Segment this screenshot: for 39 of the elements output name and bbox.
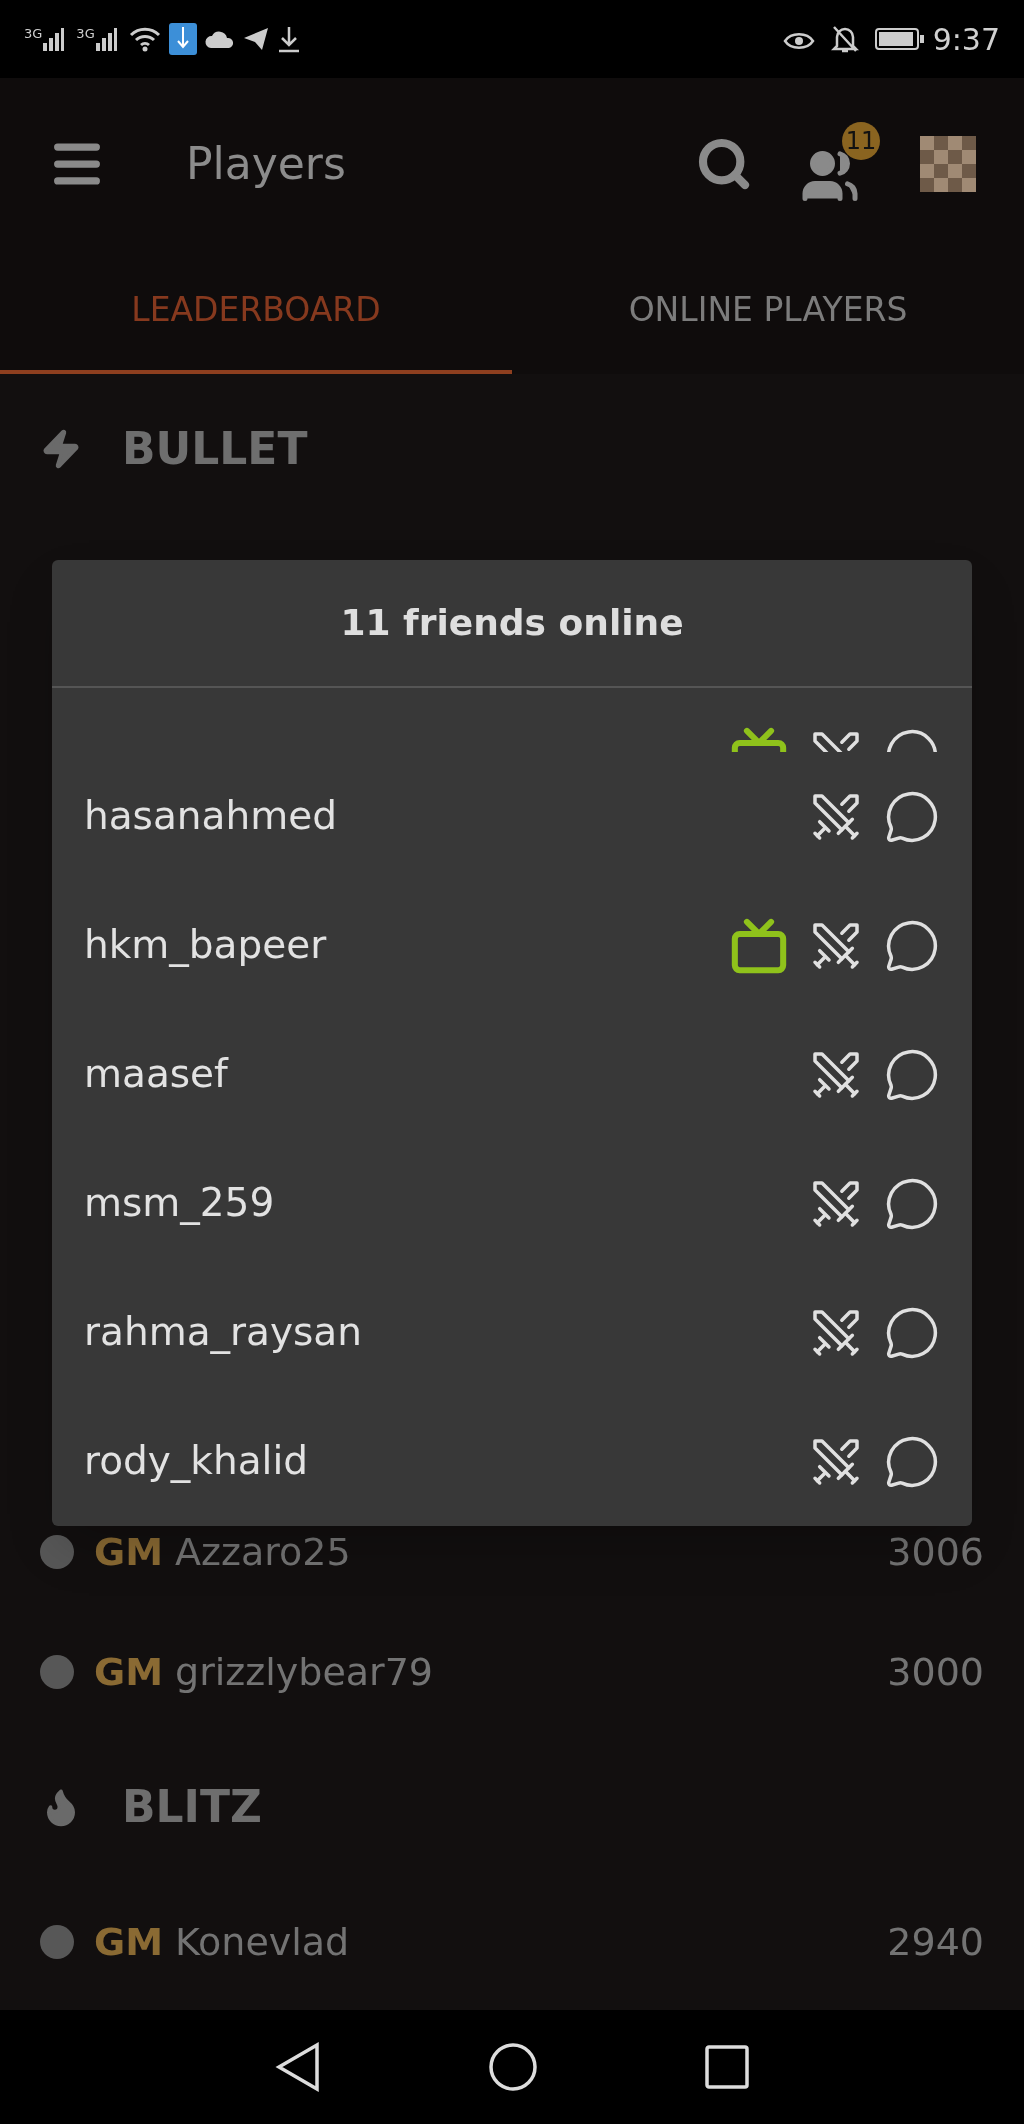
screen-title: Players bbox=[186, 137, 346, 191]
home-icon[interactable] bbox=[488, 2042, 538, 2092]
cloud-icon bbox=[204, 30, 235, 48]
clock: 9:37 bbox=[932, 20, 1000, 59]
search-icon[interactable] bbox=[696, 136, 752, 192]
friend-name[interactable]: hasanahmed bbox=[84, 787, 808, 846]
friends-count-badge: 11 bbox=[842, 122, 880, 160]
player-name[interactable]: Azzaro25 bbox=[175, 1523, 888, 1581]
app-icon bbox=[168, 23, 197, 55]
signal-icon bbox=[94, 27, 117, 51]
player-name[interactable]: Konevlad bbox=[175, 1913, 888, 1971]
download-icon bbox=[276, 25, 301, 53]
player-title: GM bbox=[94, 1918, 163, 1966]
send-icon bbox=[242, 27, 269, 51]
signal-icon bbox=[42, 27, 65, 51]
back-icon[interactable] bbox=[275, 2042, 322, 2092]
tv-icon[interactable] bbox=[730, 916, 788, 975]
friends-button[interactable]: 11 bbox=[800, 122, 880, 206]
friend-name[interactable]: msm_259 bbox=[84, 1174, 808, 1233]
friend-name[interactable]: hkm_bapeer bbox=[84, 916, 730, 975]
player-title: GM bbox=[94, 1648, 163, 1696]
network-label: 3G bbox=[24, 27, 43, 40]
player-rating: 3006 bbox=[887, 1528, 984, 1576]
network-label: 3G bbox=[76, 27, 95, 40]
player-name[interactable]: grizzlybear79 bbox=[175, 1643, 888, 1701]
section-title: BLITZ bbox=[122, 1780, 262, 1834]
player-rating: 2940 bbox=[887, 1918, 984, 1966]
battery-icon bbox=[874, 27, 925, 51]
recents-icon[interactable] bbox=[704, 2045, 749, 2089]
tab[interactable]: ONLINE PLAYERS bbox=[512, 250, 1024, 374]
player-rating: 3000 bbox=[887, 1648, 984, 1696]
wifi-icon bbox=[128, 26, 161, 52]
friend-name[interactable]: rahma_raysan bbox=[84, 1303, 808, 1362]
dialog-title: 11 friends online bbox=[340, 601, 684, 645]
muted-bell-icon bbox=[830, 24, 859, 54]
friend-name[interactable]: maasef bbox=[84, 1045, 808, 1104]
player-title: GM bbox=[94, 1528, 163, 1576]
section-title: BULLET bbox=[122, 422, 308, 476]
friend-name[interactable]: rody_khalid bbox=[84, 1432, 808, 1491]
